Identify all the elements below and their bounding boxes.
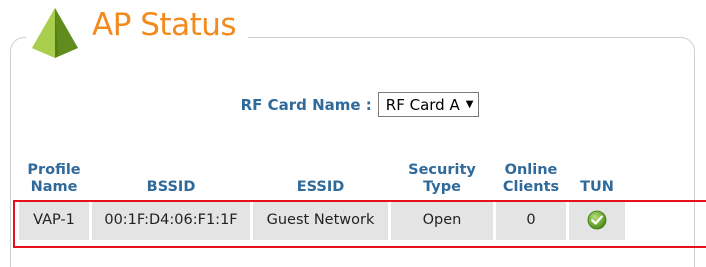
panel-header: AP Status <box>26 3 249 63</box>
table-header-row: Profile Name BSSID ESSID Security Type O… <box>19 158 625 200</box>
cell-bssid: 00:1F:D4:06:F1:1F <box>92 200 250 240</box>
pyramid-logo-icon <box>32 8 78 58</box>
cell-security-type: Open <box>391 200 493 240</box>
rf-card-select[interactable]: RF Card A ▼ <box>377 92 480 117</box>
cell-tun <box>569 200 625 240</box>
column-header-essid: ESSID <box>296 179 345 195</box>
rf-card-selected-value: RF Card A <box>385 95 460 114</box>
rf-card-label: RF Card Name : <box>240 95 372 114</box>
column-header-security-type: Security Type <box>408 162 476 195</box>
column-header-online-clients: Online Clients <box>502 162 560 195</box>
cell-online-clients: 0 <box>496 200 566 240</box>
column-header-profile-name: Profile Name <box>27 162 81 195</box>
cell-profile-name: VAP-1 <box>19 200 89 240</box>
rf-card-selector-row: RF Card Name : RF Card A ▼ <box>0 92 706 117</box>
dropdown-arrow-icon: ▼ <box>465 99 474 110</box>
cell-essid: Guest Network <box>253 200 388 240</box>
table-row[interactable]: VAP-1 00:1F:D4:06:F1:1F Guest Network Op… <box>19 200 625 240</box>
green-check-icon <box>587 210 607 230</box>
ap-status-table: Profile Name BSSID ESSID Security Type O… <box>16 158 628 240</box>
column-header-bssid: BSSID <box>146 179 196 195</box>
column-header-tun: TUN <box>580 179 614 195</box>
page-title: AP Status <box>92 7 237 43</box>
